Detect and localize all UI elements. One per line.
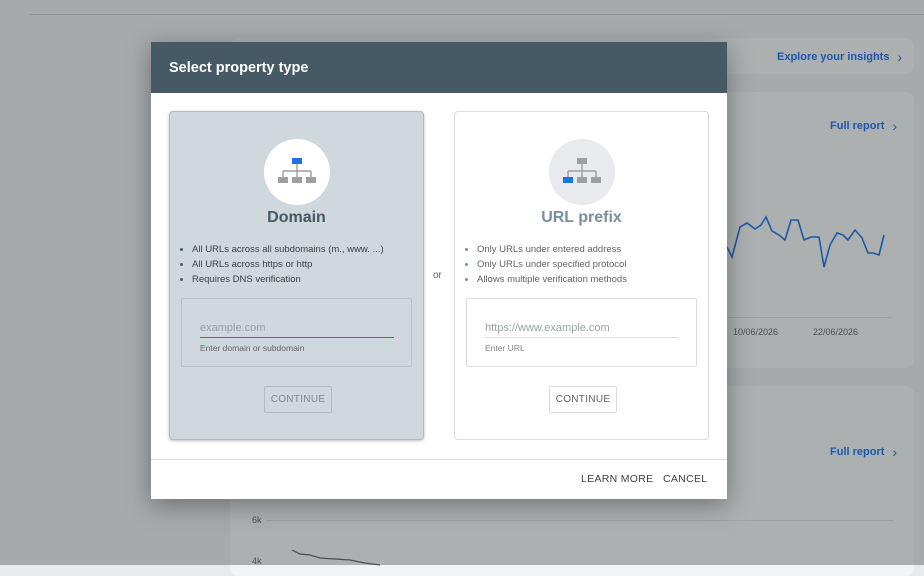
list-item: All URLs across all subdomains (m., www.… — [192, 242, 384, 257]
domain-field-box: Enter domain or subdomain — [181, 298, 412, 367]
list-item: Allows multiple verification methods — [477, 272, 627, 287]
or-separator: or — [433, 270, 442, 281]
url-prefix-field-box: Enter URL — [466, 298, 697, 367]
sitemap-icon — [563, 158, 601, 183]
sitemap-icon — [278, 158, 316, 183]
dialog-header: Select property type — [151, 42, 727, 93]
url-prefix-title: URL prefix — [541, 209, 622, 226]
list-item: Only URLs under specified protocol — [477, 257, 627, 272]
list-item: Only URLs under entered address — [477, 242, 627, 257]
domain-icon-circle — [264, 139, 330, 205]
url-prefix-feature-list: Only URLs under entered address Only URL… — [465, 242, 627, 287]
learn-more-button[interactable]: LEARN MORE — [581, 467, 653, 491]
domain-input-hint: Enter domain or subdomain — [200, 343, 305, 353]
domain-input[interactable] — [200, 318, 394, 338]
domain-title: Domain — [267, 209, 326, 226]
domain-option-card[interactable]: Domain All URLs across all subdomains (m… — [169, 111, 424, 440]
cancel-button[interactable]: CANCEL — [663, 467, 707, 491]
url-prefix-option-card[interactable]: URL prefix Only URLs under entered addre… — [454, 111, 709, 440]
list-item: Requires DNS verification — [192, 272, 384, 287]
url-prefix-input-hint: Enter URL — [485, 343, 525, 353]
dialog-title: Select property type — [169, 59, 309, 76]
select-property-type-dialog: Select property type Domain All URLs acr… — [151, 42, 727, 499]
domain-continue-button[interactable]: CONTINUE — [264, 386, 332, 413]
list-item: All URLs across https or http — [192, 257, 384, 272]
domain-feature-list: All URLs across all subdomains (m., www.… — [180, 242, 384, 287]
url-prefix-icon-circle — [549, 139, 615, 205]
url-prefix-continue-button[interactable]: CONTINUE — [549, 386, 617, 413]
url-prefix-input[interactable] — [485, 318, 679, 338]
dialog-footer-divider — [151, 459, 727, 460]
